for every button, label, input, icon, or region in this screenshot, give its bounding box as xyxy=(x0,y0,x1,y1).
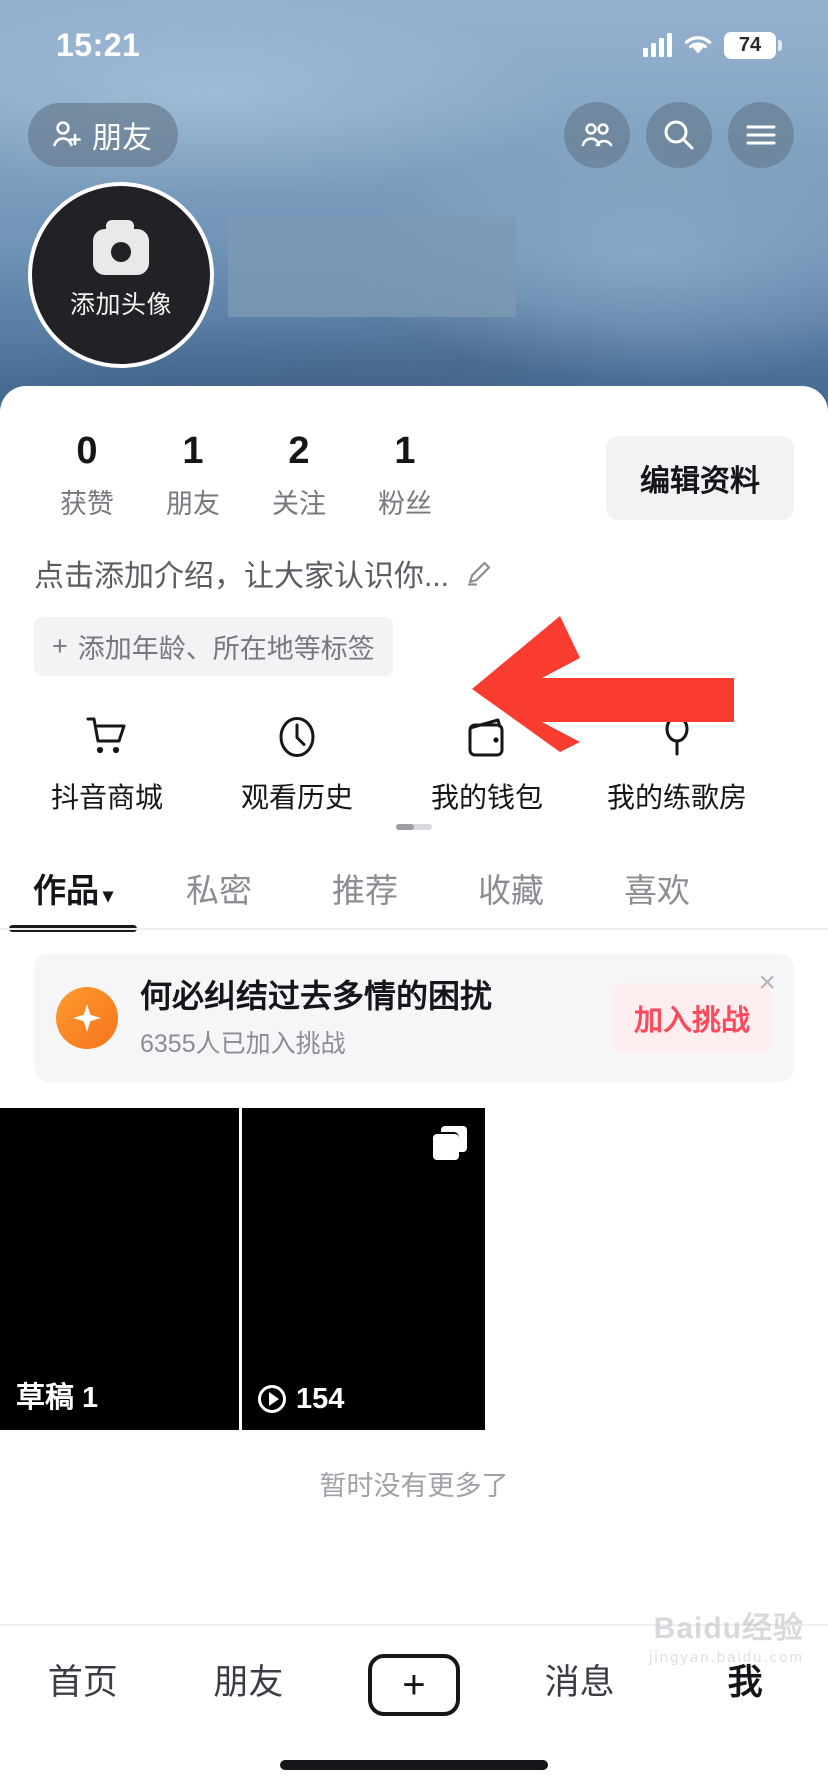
tab-liked[interactable]: 喜欢 xyxy=(584,864,730,932)
play-count-row: 154 xyxy=(258,1383,344,1416)
wallet-icon xyxy=(461,712,513,762)
add-friend-label: 朋友 xyxy=(92,122,152,155)
tab-works[interactable]: 作品 ▾ xyxy=(0,864,146,932)
stat-following-label: 关注 xyxy=(272,488,326,519)
tab-liked-label: 喜欢 xyxy=(624,871,690,909)
shortcut-wallet[interactable]: 我的钱包 xyxy=(392,712,582,816)
status-bar-time: 15:21 xyxy=(56,26,141,63)
nav-messages[interactable]: 消息 xyxy=(497,1654,663,1705)
avatar-container[interactable]: 添加头像 xyxy=(28,182,214,368)
shortcut-karaoke-label: 我的练歌房 xyxy=(606,781,747,813)
nav-home[interactable]: 首页 xyxy=(0,1654,166,1705)
tabs-divider xyxy=(0,927,828,930)
stat-likes[interactable]: 0 获赞 xyxy=(34,430,140,521)
bio-text: 点击添加介绍，让大家认识你... xyxy=(34,559,450,593)
edit-profile-button[interactable]: 编辑资料 xyxy=(606,436,794,520)
challenge-banner[interactable]: 何必纠结过去多情的困扰 6355人已加入挑战 加入挑战 × xyxy=(34,953,794,1082)
stat-likes-value: 0 xyxy=(76,430,98,472)
avatar[interactable]: 添加头像 xyxy=(28,182,214,368)
stat-likes-label: 获赞 xyxy=(60,488,114,519)
tab-private-label: 私密 xyxy=(186,871,252,909)
nav-create[interactable]: + xyxy=(331,1654,497,1716)
stat-followers[interactable]: 1 粉丝 xyxy=(352,430,458,521)
tab-favorites-label: 收藏 xyxy=(478,871,544,909)
clock-icon xyxy=(272,712,322,762)
battery-icon: 74 xyxy=(724,31,782,59)
pencil-icon xyxy=(467,561,491,586)
join-challenge-button[interactable]: 加入挑战 xyxy=(611,982,772,1053)
tab-favorites[interactable]: 收藏 xyxy=(438,864,584,932)
shortcut-karaoke[interactable]: 我的练歌房 xyxy=(582,712,772,816)
shopping-cart-icon xyxy=(81,712,133,762)
menu-button[interactable] xyxy=(728,102,794,168)
close-icon[interactable]: × xyxy=(758,967,776,998)
profile-sheet: 0 获赞 1 朋友 2 关注 1 粉丝 编辑资料 点击添加介绍，让大家认识你..… xyxy=(0,386,828,1792)
top-bar-icon-group xyxy=(564,102,794,168)
username-masked-field xyxy=(228,217,516,317)
video-grid-item-draft[interactable]: 草稿 1 xyxy=(0,1107,239,1430)
add-tags-label: 添加年龄、所在地等标签 xyxy=(77,633,375,664)
stat-followers-value: 1 xyxy=(394,430,416,472)
challenge-subtitle: 6355人已加入挑战 xyxy=(140,1029,346,1058)
tab-recommend[interactable]: 推荐 xyxy=(292,864,438,932)
watermark-sub: jingyan.baidu.com xyxy=(649,1649,804,1666)
tab-recommend-label: 推荐 xyxy=(332,871,398,909)
profile-top-bar: 朋友 xyxy=(0,96,828,174)
search-button[interactable] xyxy=(646,102,712,168)
chevron-down-icon: ▾ xyxy=(102,884,114,907)
video-grid-item-post[interactable]: 154 xyxy=(242,1107,485,1430)
profile-stats-row: 0 获赞 1 朋友 2 关注 1 粉丝 编辑资料 xyxy=(0,386,828,521)
stat-following[interactable]: 2 关注 xyxy=(246,430,352,521)
content-tabs: 作品 ▾ 私密 推荐 收藏 喜欢 xyxy=(0,816,828,932)
shortcut-row: 抖音商城 观看历史 我的钱包 我的练歌房 xyxy=(0,676,828,830)
stat-friends[interactable]: 1 朋友 xyxy=(140,430,246,521)
contacts-button[interactable] xyxy=(564,102,630,168)
microphone-icon xyxy=(652,712,702,762)
draft-label: 草稿 1 xyxy=(16,1381,99,1414)
search-icon xyxy=(664,120,694,150)
stat-following-value: 2 xyxy=(288,430,310,472)
stat-followers-label: 粉丝 xyxy=(378,488,432,519)
camera-icon xyxy=(93,220,149,275)
video-grid: 草稿 1 154 xyxy=(0,1107,828,1430)
sparkle-icon xyxy=(56,986,118,1049)
end-of-list-note: 暂时没有更多了 xyxy=(319,1470,509,1501)
watermark-main: Baidu经验 xyxy=(653,1612,804,1645)
play-count-value: 154 xyxy=(296,1382,345,1415)
shortcut-mall[interactable]: 抖音商城 xyxy=(12,712,202,816)
hamburger-menu-icon xyxy=(746,125,776,145)
plus-icon: + xyxy=(367,1654,460,1716)
avatar-label: 添加头像 xyxy=(69,291,172,319)
shortcut-history-label: 观看历史 xyxy=(240,781,353,813)
cellular-signal-icon xyxy=(643,33,672,57)
play-icon xyxy=(258,1385,286,1414)
add-tags-plus: + xyxy=(52,630,68,661)
tab-works-label: 作品 xyxy=(32,871,99,909)
stat-friends-value: 1 xyxy=(182,430,204,472)
bio-row[interactable]: 点击添加介绍，让大家认识你... xyxy=(0,521,828,595)
add-friend-icon xyxy=(53,121,81,147)
home-indicator xyxy=(280,1760,548,1770)
watermark: Baidu经验 jingyan.baidu.com xyxy=(649,1603,804,1666)
contacts-icon xyxy=(581,123,613,147)
shortcut-mall-label: 抖音商城 xyxy=(50,781,163,813)
add-tags-chip[interactable]: + 添加年龄、所在地等标签 xyxy=(34,616,393,676)
shortcut-history[interactable]: 观看历史 xyxy=(202,712,392,816)
tab-private[interactable]: 私密 xyxy=(146,864,292,932)
status-bar: 15:21 74 xyxy=(0,0,828,90)
stat-friends-label: 朋友 xyxy=(166,488,220,519)
challenge-title: 何必纠结过去多情的困扰 xyxy=(140,977,493,1014)
draft-label-row: 草稿 1 xyxy=(16,1374,98,1416)
shortcut-wallet-label: 我的钱包 xyxy=(430,781,543,813)
challenge-text: 何必纠结过去多情的困扰 6355人已加入挑战 xyxy=(140,976,590,1060)
add-friend-button[interactable]: 朋友 xyxy=(28,103,178,167)
status-bar-indicators: 74 xyxy=(643,31,782,59)
multi-photo-icon xyxy=(433,1125,467,1160)
wifi-icon xyxy=(684,35,712,53)
phone-screen: 15:21 74 朋友 添加头像 0 获赞 1 朋友 2 关注 1 粉丝 编辑资… xyxy=(0,0,828,1792)
nav-friends[interactable]: 朋友 xyxy=(166,1654,332,1705)
